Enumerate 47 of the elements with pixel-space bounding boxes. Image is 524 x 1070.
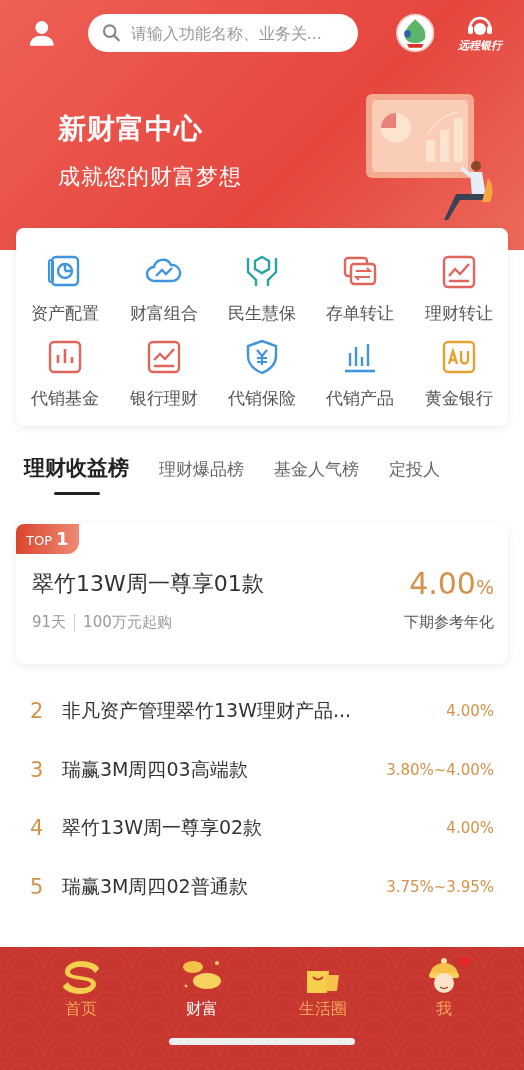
rank-number: 5: [30, 874, 45, 899]
top-rank-badge: TOP 1: [16, 524, 79, 554]
menu-item-label[interactable]: 民生慧保: [228, 302, 296, 325]
rank-number: 3: [30, 757, 45, 782]
product-name[interactable]: 翠竹13W周一尊享01款: [32, 568, 264, 599]
search-field[interactable]: 请输入功能名称、业务关...: [128, 22, 344, 44]
menu-item-label[interactable]: 代销产品: [326, 387, 395, 410]
rank-number: 2: [30, 699, 45, 724]
shield-yuan-icon[interactable]: [244, 339, 280, 375]
trend-chart-icon[interactable]: [145, 339, 182, 375]
rank-number: 4: [30, 816, 45, 841]
s-logo-icon[interactable]: [60, 959, 101, 995]
tab-bar-item[interactable]: 财富: [185, 999, 218, 1020]
mascot-avatar[interactable]: [395, 12, 434, 54]
menu-item-label[interactable]: 代销基金: [31, 387, 100, 410]
line-chart-icon[interactable]: [440, 254, 477, 290]
ranking-tab[interactable]: 定投人: [389, 450, 440, 481]
yield-rate: 4.00%: [446, 819, 494, 838]
search-icon: [101, 23, 121, 43]
yield-rate: 3.80%~4.00%: [386, 760, 494, 779]
banner-subtitle: 成就您的财富梦想: [58, 163, 243, 191]
rate-caption: 下期参考年化: [404, 613, 494, 632]
yield-rate: 3.75%~3.95%: [386, 877, 494, 896]
product-name[interactable]: 瑞赢3M周四03高端款: [62, 756, 387, 783]
menu-item-label[interactable]: 存单转让: [326, 302, 395, 325]
bar-chart-icon[interactable]: [47, 339, 84, 375]
search-box[interactable]: 请输入功能名称、业务关...: [87, 14, 358, 52]
ranking-tab[interactable]: 理财爆品榜: [159, 450, 244, 481]
product-name[interactable]: 翠竹13W周一尊享02款: [62, 815, 447, 842]
ranking-tab[interactable]: 基金人气榜: [274, 450, 359, 481]
au-square-icon[interactable]: [440, 339, 477, 375]
menu-item-label[interactable]: 理财转让: [424, 302, 493, 325]
user-icon[interactable]: [28, 18, 56, 48]
menu-item-label[interactable]: 资产配置: [31, 302, 100, 325]
ranking-tab[interactable]: 理财收益榜: [24, 450, 129, 495]
product-name[interactable]: 瑞赢3M周四02普通款: [62, 873, 387, 900]
banner-title: 新财富中心: [58, 111, 204, 147]
yield-rate: 4.00%: [446, 702, 494, 721]
menu-item-label[interactable]: 财富组合: [129, 302, 198, 325]
remote-bank-label[interactable]: 远程银行: [458, 37, 502, 53]
product-name[interactable]: 非凡资产管理翠竹13W理财产品...: [62, 698, 447, 725]
menu-item-label[interactable]: 代销保险: [228, 387, 296, 410]
term-label: 91天: [32, 613, 67, 632]
minimum-amount: 100万元起购: [83, 613, 172, 632]
yield-rate: 4.00%: [409, 566, 494, 601]
menu-item-label[interactable]: 银行理财: [129, 387, 198, 410]
menu-item-label[interactable]: 黄金银行: [424, 387, 493, 410]
